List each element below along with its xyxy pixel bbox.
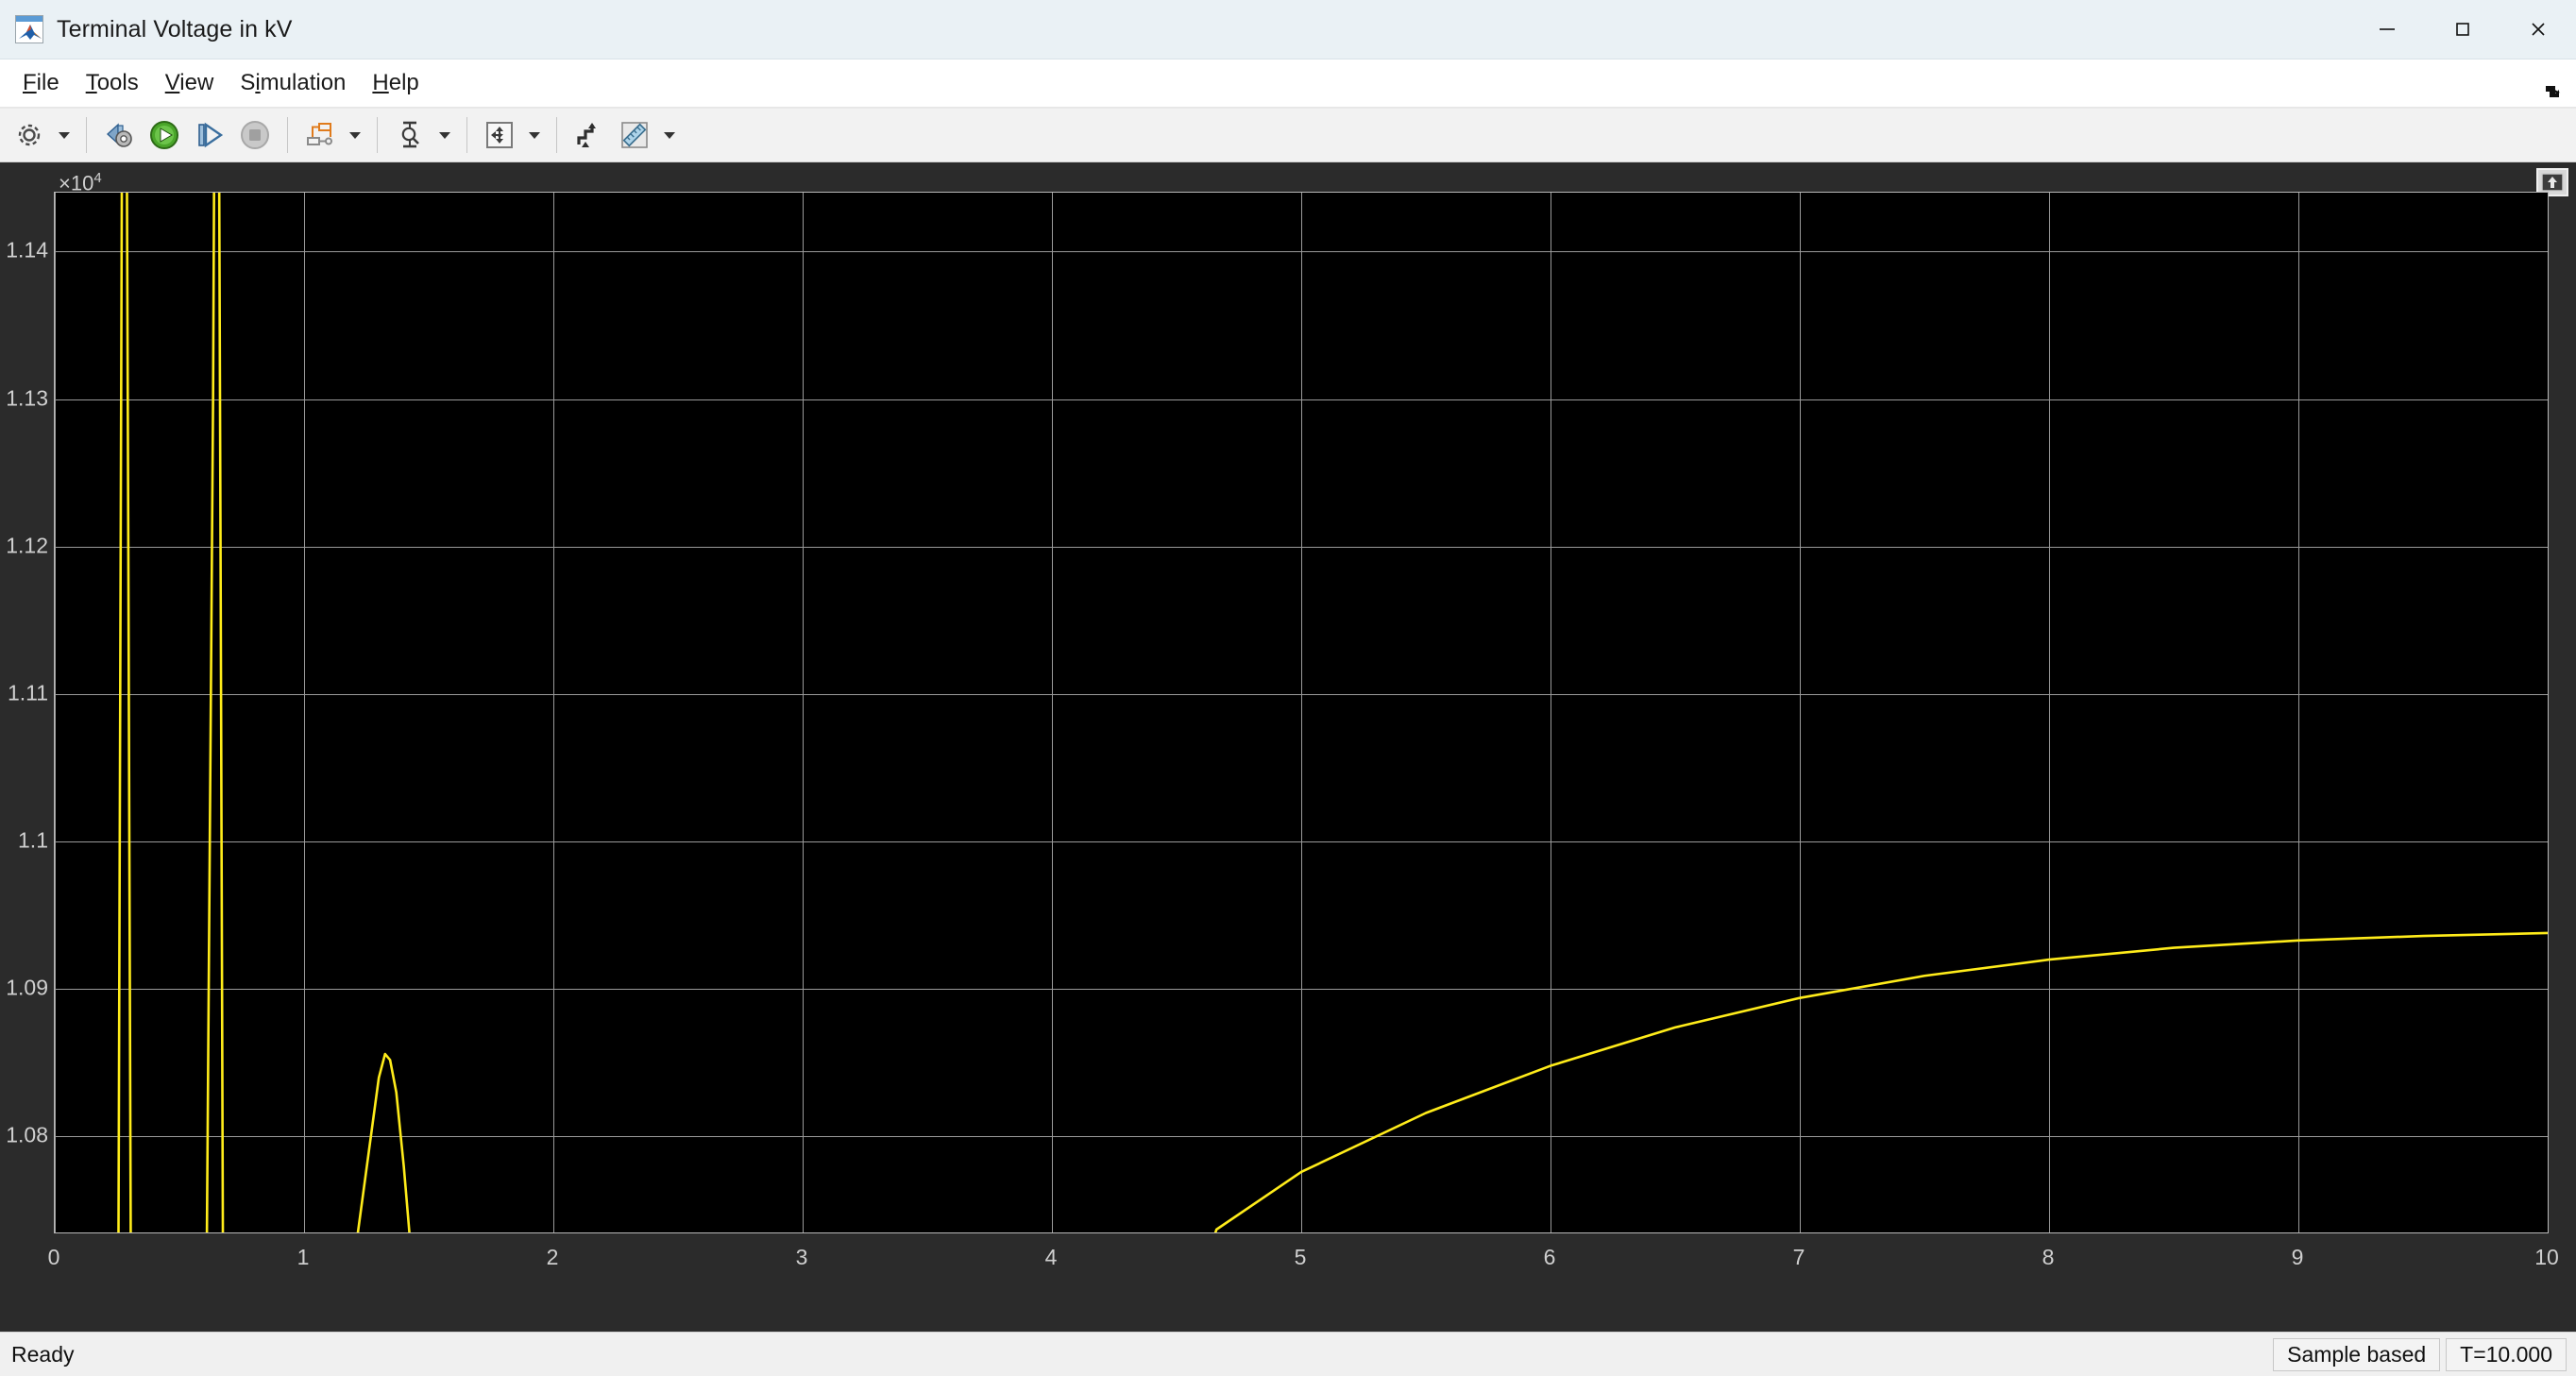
- y-axis-tick-label: 1.14: [6, 237, 48, 263]
- scope-display[interactable]: ×104 1.08 1.09 1.1 1.11 1.12 1.13 1.14 0123456…: [0, 162, 2576, 1332]
- menu-simulation[interactable]: Simulation: [227, 66, 359, 100]
- menu-view-rest: iew: [179, 70, 214, 95]
- y-axis-tick-label: 1.08: [6, 1122, 48, 1147]
- signal-selection-button[interactable]: [298, 113, 342, 157]
- configuration-properties-button[interactable]: [8, 113, 51, 157]
- x-axis-tick-label: 8: [2042, 1245, 2055, 1269]
- toolbar: [0, 108, 2576, 162]
- menu-tools[interactable]: Tools: [73, 66, 152, 100]
- toolbar-separator-3: [377, 117, 378, 153]
- toolbar-separator-1: [86, 117, 87, 153]
- menu-help-rest: elp: [388, 70, 419, 95]
- y-axis-labels: 1.08 1.09 1.1 1.11 1.12 1.13 1.14: [0, 162, 54, 1332]
- x-axis-tick-label: 7: [1792, 1245, 1805, 1269]
- x-axis-tick-label: 4: [1044, 1245, 1058, 1269]
- y-axis-tick-label: 1.13: [6, 385, 48, 411]
- style-button[interactable]: [568, 113, 611, 157]
- menu-file[interactable]: File: [9, 66, 73, 100]
- minimize-icon[interactable]: [2349, 0, 2425, 59]
- menu-file-rest: ile: [36, 70, 59, 95]
- x-axis-tick-label: 2: [546, 1245, 559, 1269]
- menu-tools-rest: ools: [96, 70, 139, 95]
- status-time: T=10.000: [2446, 1337, 2567, 1371]
- y-axis-tick-label: 1.1: [18, 827, 48, 853]
- step-forward-button[interactable]: [188, 113, 231, 157]
- maximize-icon[interactable]: [2425, 0, 2500, 59]
- zoom-fit-button[interactable]: [478, 113, 521, 157]
- measurements-button[interactable]: [613, 113, 656, 157]
- x-axis-tick-label: 0: [47, 1245, 60, 1269]
- y-axis-tick-label: 1.09: [6, 975, 48, 1000]
- x-axis-tick-label: 9: [2291, 1245, 2304, 1269]
- status-bar: Ready Sample based T=10.000: [0, 1332, 2576, 1376]
- menu-help[interactable]: Help: [359, 66, 432, 100]
- signal-trace: [117, 193, 2548, 1232]
- cursor-measurements-caret[interactable]: [433, 113, 456, 157]
- stop-button[interactable]: [233, 113, 277, 157]
- run-button[interactable]: [143, 113, 186, 157]
- signal-line: [117, 193, 2548, 1232]
- status-message: Ready: [11, 1341, 75, 1367]
- toolbar-expand-icon[interactable]: [2542, 80, 2563, 101]
- menu-bar: File Tools View Simulation Help: [0, 59, 2576, 108]
- toolbar-separator-4: [466, 117, 467, 153]
- x-axis-tick-label: 3: [795, 1245, 808, 1269]
- configuration-properties-caret[interactable]: [53, 113, 76, 157]
- window-title: Terminal Voltage in kV: [57, 15, 293, 42]
- signal-selection-caret[interactable]: [344, 113, 366, 157]
- zoom-fit-caret[interactable]: [523, 113, 546, 157]
- x-axis-tick-label: 5: [1294, 1245, 1307, 1269]
- y-axis-tick-label: 1.12: [6, 533, 48, 558]
- plot-canvas[interactable]: [54, 192, 2549, 1233]
- cursor-measurements-button[interactable]: [388, 113, 432, 157]
- status-bar-right: Sample based T=10.000: [2273, 1337, 2567, 1371]
- toolbar-separator-2: [287, 117, 288, 153]
- run-back-to-start-button[interactable]: [97, 113, 141, 157]
- grid-line-vertical: [2548, 193, 2549, 1232]
- menu-view[interactable]: View: [152, 66, 228, 100]
- title-bar: Terminal Voltage in kV: [0, 0, 2576, 59]
- scope-window: Terminal Voltage in kV File Tools View S…: [0, 0, 2576, 1376]
- close-icon[interactable]: [2500, 0, 2576, 59]
- y-axis-tick-label: 1.11: [7, 680, 48, 705]
- matlab-scope-icon: [15, 15, 43, 43]
- x-axis-tick-label: 10: [2534, 1245, 2559, 1269]
- x-axis-tick-label: 6: [1543, 1245, 1556, 1269]
- title-bar-left: Terminal Voltage in kV: [0, 15, 293, 43]
- status-frame-mode: Sample based: [2273, 1337, 2441, 1371]
- x-axis-tick-label: 1: [297, 1245, 310, 1269]
- window-controls: [2349, 0, 2576, 59]
- menu-simulation-rest: mulation: [260, 70, 347, 95]
- x-axis-labels: 0 1 2 3 4 5 6 7 8 9 10: [0, 1232, 2576, 1332]
- toolbar-separator-5: [556, 117, 557, 153]
- y-axis-exponent-power: 4: [93, 170, 102, 186]
- measurements-caret[interactable]: [658, 113, 681, 157]
